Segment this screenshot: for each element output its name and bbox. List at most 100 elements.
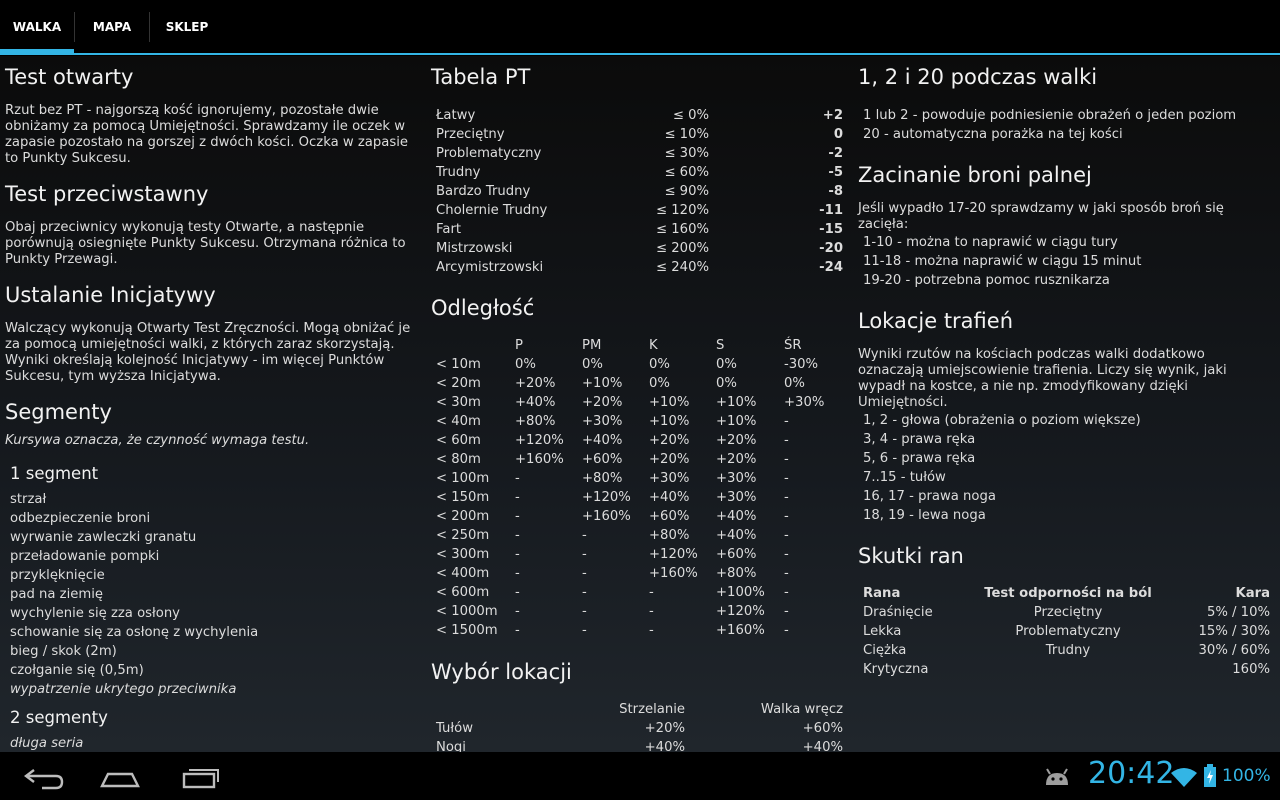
table-cell: 0: [833, 127, 843, 142]
table-cell: -20: [819, 241, 843, 256]
table-cell: < 1500m: [436, 623, 498, 638]
wybor-lokacji-title: Wybór lokacji: [431, 660, 572, 684]
table-cell: ≤ 0%: [672, 108, 709, 123]
table-cell: ≤ 60%: [664, 165, 709, 180]
table-cell: < 200m: [436, 509, 490, 524]
list-item: 1 lub 2 - powoduje podniesienie obrażeń …: [863, 108, 1237, 123]
tabela-pt-title: Tabela PT: [431, 65, 531, 89]
table-cell: -: [784, 604, 789, 619]
table-cell: +10%: [649, 414, 690, 429]
table-cell: +60%: [582, 452, 623, 467]
table-cell: -: [784, 623, 789, 638]
table-cell: -8: [828, 184, 843, 199]
segmenty-title: Segmenty: [5, 400, 112, 424]
list-item: 7..15 - tułów: [863, 470, 946, 485]
list-item: wyrwanie zawleczki granatu: [10, 530, 197, 545]
table-cell: +160%: [649, 566, 698, 581]
battery-icon: [1203, 764, 1217, 792]
tab-sklep-label: SKLEP: [165, 20, 209, 34]
segmenty-note: Kursywa oznacza, że czynność wymaga test…: [5, 433, 310, 448]
table-row: < 250m - - +80% +40% -: [431, 526, 846, 545]
tab-sklep[interactable]: SKLEP: [150, 0, 224, 53]
table-cell: -: [582, 528, 587, 543]
table-row: Ciężka Trudny 30% / 60%: [858, 641, 1274, 660]
table-row: Krytyczna 160%: [858, 660, 1274, 679]
table-cell: 160%: [1232, 662, 1270, 677]
lokacje-title: Lokacje trafień: [858, 309, 1014, 333]
zacinanie-title: Zacinanie broni palnej: [858, 163, 1092, 187]
table-header-cell: S: [716, 338, 725, 353]
table-cell: +10%: [582, 376, 623, 391]
table-header-cell: K: [649, 338, 658, 353]
table-cell: -: [515, 547, 520, 562]
table-cell: +30%: [649, 471, 690, 486]
table-cell: +40%: [716, 509, 757, 524]
table-cell: +2: [822, 108, 843, 123]
table-cell: Problematyczny: [436, 146, 542, 161]
table-cell: -: [515, 528, 520, 543]
table-row: Draśnięcie Przeciętny 5% / 10%: [858, 603, 1274, 622]
table-cell: ≤ 120%: [656, 203, 709, 218]
table-row: < 150m - +120% +40% +30% -: [431, 488, 846, 507]
tab-mapa[interactable]: MAPA: [75, 0, 149, 53]
table-cell: < 80m: [436, 452, 481, 467]
table-cell: ≤ 200%: [656, 241, 709, 256]
table-cell: < 150m: [436, 490, 490, 505]
table-cell: -: [784, 414, 789, 429]
table-cell: +20%: [582, 395, 623, 410]
table-cell: +40%: [515, 395, 556, 410]
table-cell: Tułów: [436, 721, 474, 736]
table-cell: Problematyczny: [1015, 624, 1121, 639]
table-row: Bardzo Trudny ≤ 90% -8: [436, 182, 843, 201]
table-cell: +30%: [716, 471, 757, 486]
table-cell: 0%: [716, 357, 737, 372]
table-cell: -: [515, 509, 520, 524]
back-icon: [24, 769, 64, 790]
table-cell: Trudny: [436, 165, 481, 180]
table-cell: 0%: [716, 376, 737, 391]
table-cell: 15% / 30%: [1198, 624, 1270, 639]
android-debug-icon[interactable]: [1043, 766, 1071, 792]
list-item: wypatrzenie ukrytego przeciwnika: [10, 682, 237, 697]
table-row: < 80m +160% +60% +20% +20% -: [431, 450, 846, 469]
table-row: Łatwy ≤ 0% +2: [436, 106, 843, 125]
back-button[interactable]: [12, 760, 72, 792]
inicjatywa-title: Ustalanie Inicjatywy: [5, 283, 216, 307]
recent-apps-button[interactable]: [172, 760, 232, 792]
table-cell: -: [784, 471, 789, 486]
table-cell: -: [515, 604, 520, 619]
table-cell: -24: [819, 260, 843, 275]
test-otwarty-text: Rzut bez PT - najgorszą kość ignorujemy,…: [5, 103, 408, 166]
list-item: przeładowanie pompki: [10, 549, 160, 564]
table-cell: 5% / 10%: [1206, 605, 1270, 620]
table-header-row: Rana Test odporności na ból Kara: [858, 584, 1274, 603]
table-cell: +30%: [784, 395, 825, 410]
table-cell: < 20m: [436, 376, 481, 391]
table-cell: +80%: [716, 566, 757, 581]
table-cell: 30% / 60%: [1198, 643, 1270, 658]
list-item: 20 - automatyczna porażka na tej kości: [863, 127, 1123, 142]
table-cell: Nogi: [436, 740, 466, 752]
list-item: 16, 17 - prawa noga: [863, 489, 996, 504]
odleglosc-title: Odległość: [431, 296, 535, 320]
table-cell: +20%: [716, 452, 757, 467]
table-cell: Lekka: [863, 624, 902, 639]
table-cell: < 1000m: [436, 604, 498, 619]
table-cell: 0%: [515, 357, 536, 372]
table-cell: Trudny: [1045, 643, 1091, 658]
table-cell: < 600m: [436, 585, 490, 600]
tab-walka[interactable]: WALKA: [0, 0, 74, 54]
home-button[interactable]: [90, 760, 150, 792]
table-cell: -: [582, 566, 587, 581]
content-scroll-area[interactable]: Test otwarty Rzut bez PT - najgorszą koś…: [0, 56, 1280, 752]
table-cell: +40%: [649, 490, 690, 505]
table-cell: +20%: [515, 376, 556, 391]
table-cell: -15: [819, 222, 843, 237]
list-item: strzał: [10, 492, 47, 507]
table-cell: < 10m: [436, 357, 481, 372]
table-cell: Draśnięcie: [863, 605, 933, 620]
table-cell: +30%: [716, 490, 757, 505]
table-row: < 1000m - - - +120% -: [431, 602, 846, 621]
tab-mapa-label: MAPA: [92, 20, 132, 34]
table-cell: < 400m: [436, 566, 490, 581]
